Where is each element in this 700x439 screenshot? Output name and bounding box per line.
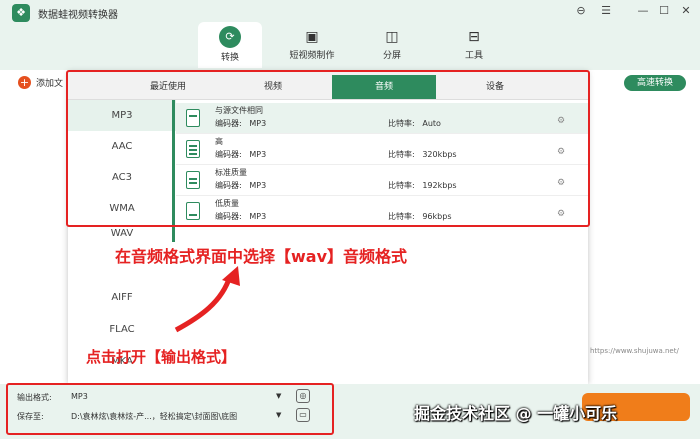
tab-video-maker-label: 短视频制作	[289, 51, 335, 61]
high-speed-label: 高速转换	[636, 78, 673, 88]
format-item-wav[interactable]: WAV	[68, 224, 176, 244]
annotation-arrow	[174, 266, 240, 333]
video-maker-icon: ▣	[305, 29, 319, 45]
tab-split-screen-label: 分屏	[382, 51, 401, 61]
watermark: 掘金技术社区 @ 一罐小可乐	[414, 404, 618, 423]
tab-convert[interactable]: ⟳ 转换	[198, 22, 262, 68]
url-text: https://www.shujuwa.net/	[590, 347, 679, 355]
tab-convert-label: 转换	[220, 53, 239, 63]
app-title: 数据蛙视频转换器	[38, 10, 118, 21]
add-file-button[interactable]: + 添加文	[18, 76, 63, 89]
tab-split-screen[interactable]: ◫ 分屏	[360, 22, 424, 68]
menu-icon[interactable]: ☰	[597, 4, 615, 17]
tab-toolbox-label: 工具	[464, 51, 483, 61]
format-item-flac[interactable]: FLAC	[68, 314, 176, 345]
maximize-icon[interactable]: ☐	[655, 4, 673, 17]
annotation-select-wav: 在音频格式界面中选择【wav】音频格式	[115, 247, 408, 266]
high-speed-convert-toggle[interactable]: 高速转换	[624, 75, 686, 91]
highlight-box-output	[6, 383, 334, 435]
title-bar: ❖ 数据蛙视频转换器 ⊖ ☰ — ☐ ✕ ⟳ 转换 ▣ 短视频制作 ◫ 分屏 ⊟…	[0, 0, 700, 70]
tab-toolbox[interactable]: ⊟ 工具	[442, 22, 506, 68]
close-icon[interactable]: ✕	[677, 4, 695, 17]
highlight-box-format-panel	[66, 70, 590, 227]
annotation-open-output-format: 点击打开【输出格式】	[86, 348, 237, 366]
minimize-icon[interactable]: —	[634, 4, 652, 17]
split-screen-icon: ◫	[385, 29, 399, 45]
add-file-label: 添加文	[36, 79, 64, 89]
format-item-aiff[interactable]: AIFF	[68, 282, 176, 313]
skin-icon[interactable]: ⊖	[572, 4, 590, 17]
plus-icon: +	[18, 76, 31, 89]
toolbox-icon: ⊟	[468, 29, 480, 45]
app-logo-icon: ❖	[12, 4, 30, 22]
tab-video-maker[interactable]: ▣ 短视频制作	[280, 22, 344, 68]
convert-icon: ⟳	[219, 26, 241, 48]
